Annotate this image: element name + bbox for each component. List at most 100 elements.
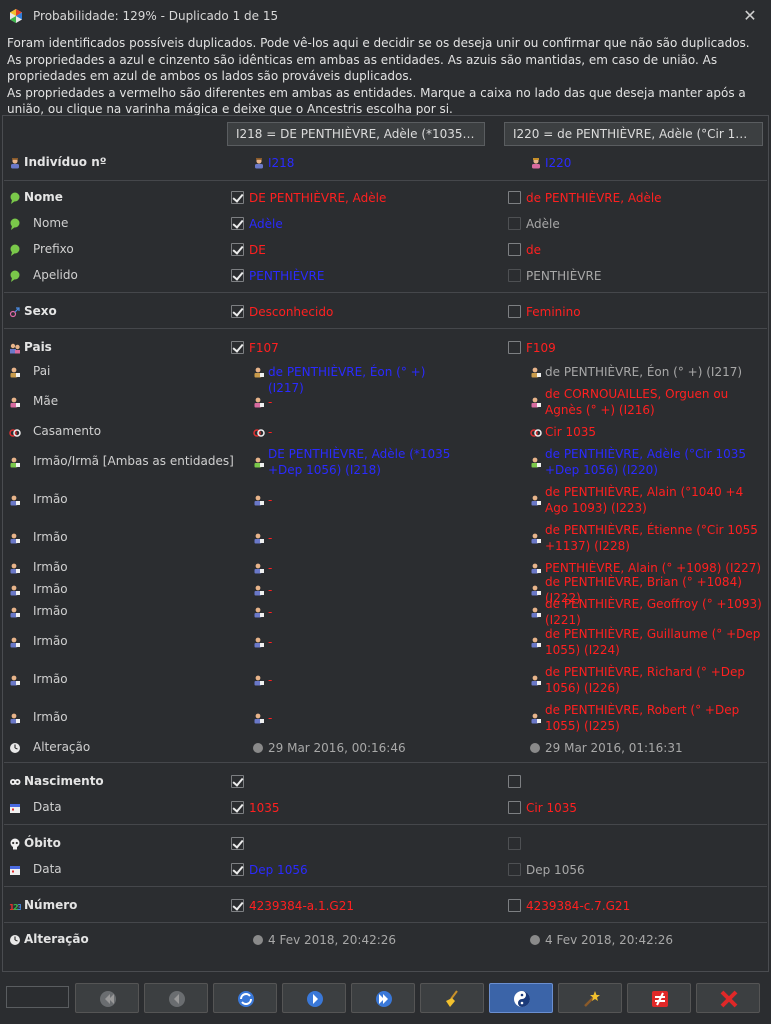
right-value: de PENTHIÈVRE, Geoffroy (° +1093) (I221) [545, 597, 762, 627]
clock-icon [10, 743, 20, 753]
right-value: de [526, 243, 541, 257]
window-title: Probabilidade: 129% - Duplicado 1 de 15 [33, 9, 279, 23]
property-label: Irmão [33, 582, 68, 596]
skip-last-icon [376, 991, 392, 1007]
property-label: Data [33, 800, 62, 814]
svg-text:3: 3 [17, 903, 21, 912]
right-value: de PENTHIÈVRE, Guillaume (° +Dep 1055) (… [545, 627, 761, 657]
property-label: Irmão [33, 492, 68, 506]
calendar-icon [10, 866, 20, 875]
property-label: Irmão [33, 604, 68, 618]
brother-icon [10, 607, 20, 618]
left-keep-checkbox[interactable] [231, 305, 244, 318]
close-button[interactable]: ✕ [739, 5, 761, 27]
right-keep-checkbox[interactable] [508, 191, 521, 204]
right-value: de PENTHIÈVRE, Richard (° +Dep 1056) (I2… [545, 665, 746, 695]
property-label: Irmão [33, 672, 68, 686]
brother-icon [10, 495, 20, 506]
left-value: - [268, 425, 273, 439]
right-keep-checkbox[interactable] [508, 243, 521, 256]
person-icon [11, 158, 19, 169]
brother-icon [254, 495, 264, 506]
left-entity-button[interactable]: I218 = DE PENTHIÈVRE, Adèle (*1035 +De..… [227, 122, 485, 146]
skip-first-icon [100, 991, 116, 1007]
brother-icon [254, 713, 264, 724]
left-keep-checkbox[interactable] [231, 801, 244, 814]
left-status-dot [253, 935, 263, 945]
cancel-icon [720, 990, 738, 1008]
brother-icon [10, 675, 20, 686]
left-keep-checkbox[interactable] [231, 217, 244, 230]
last-button[interactable] [351, 983, 415, 1013]
left-keep-checkbox[interactable] [231, 863, 244, 876]
brother-icon [10, 637, 20, 648]
property-label: Indivíduo nº [24, 155, 107, 169]
left-value: DE PENTHIÈVRE, Adèle [249, 191, 387, 205]
left-value: - [268, 493, 273, 507]
left-value: Adèle [249, 217, 283, 231]
left-value: 4 Fev 2018, 20:42:26 [268, 933, 397, 947]
left-keep-checkbox[interactable] [231, 269, 244, 282]
left-keep-checkbox[interactable] [231, 191, 244, 204]
brother-icon [254, 585, 264, 596]
property-label: Nome [24, 190, 63, 204]
mother-icon [531, 397, 541, 408]
title-bar: Probabilidade: 129% - Duplicado 1 de 15 … [0, 0, 771, 32]
intro-text: Foram identificados possíveis duplicados… [7, 35, 767, 118]
left-keep-checkbox[interactable] [231, 837, 244, 850]
clean-button[interactable] [420, 983, 484, 1013]
father-icon [254, 367, 264, 378]
property-label: Irmão [33, 530, 68, 544]
person-female-icon [532, 158, 540, 169]
right-keep-checkbox[interactable] [508, 899, 521, 912]
yin-yang-icon [514, 991, 530, 1007]
merge-button[interactable] [489, 983, 553, 1013]
property-label: Irmão [33, 560, 68, 574]
row-separator [4, 180, 767, 181]
brother-icon [531, 607, 541, 618]
property-label: Casamento [33, 424, 102, 438]
right-value: de PENTHIÈVRE, Adèle [526, 191, 662, 205]
left-keep-checkbox[interactable] [231, 775, 244, 788]
left-keep-checkbox[interactable] [231, 899, 244, 912]
property-label: Apelido [33, 268, 78, 282]
property-label: Data [33, 862, 62, 876]
next-button[interactable] [282, 983, 346, 1013]
broom-icon [446, 990, 458, 1007]
birth-icon [10, 779, 21, 785]
right-value: Cir 1035 [526, 801, 577, 815]
right-keep-checkbox[interactable] [508, 341, 521, 354]
refresh-icon [238, 991, 254, 1007]
magic-wand-button[interactable] [558, 983, 622, 1013]
property-label: Sexo [24, 304, 57, 318]
property-label: Alteração [33, 740, 91, 754]
left-value: - [268, 605, 273, 619]
page-field[interactable] [6, 986, 69, 1008]
right-keep-checkbox[interactable] [508, 801, 521, 814]
row-separator [4, 824, 767, 825]
father-icon [531, 367, 541, 378]
row-separator [4, 886, 767, 887]
property-label: Irmão [33, 710, 68, 724]
cancel-button[interactable] [696, 983, 760, 1013]
refresh-button[interactable] [213, 983, 277, 1013]
brother-icon [254, 675, 264, 686]
brother-icon [531, 563, 541, 574]
first-button[interactable] [75, 983, 139, 1013]
left-keep-checkbox[interactable] [231, 243, 244, 256]
right-value: Cir 1035 [545, 425, 596, 439]
right-keep-checkbox[interactable] [508, 775, 521, 788]
right-value: de PENTHIÈVRE, Alain (°1040 +4 Ago 1093)… [545, 485, 744, 515]
right-value: 4239384-c.7.G21 [526, 899, 631, 913]
row-separator [4, 922, 767, 923]
right-value: PENTHIÈVRE [526, 269, 602, 283]
right-entity-button[interactable]: I220 = de PENTHIÈVRE, Adèle (°Cir 1035 +… [504, 122, 763, 146]
right-keep-checkbox[interactable] [508, 305, 521, 318]
row-separator [4, 762, 767, 763]
right-keep-checkbox [508, 269, 521, 282]
right-value: Adèle [526, 217, 560, 231]
previous-button[interactable] [144, 983, 208, 1013]
brother-icon [531, 585, 541, 596]
not-duplicate-button[interactable] [627, 983, 691, 1013]
left-keep-checkbox[interactable] [231, 341, 244, 354]
